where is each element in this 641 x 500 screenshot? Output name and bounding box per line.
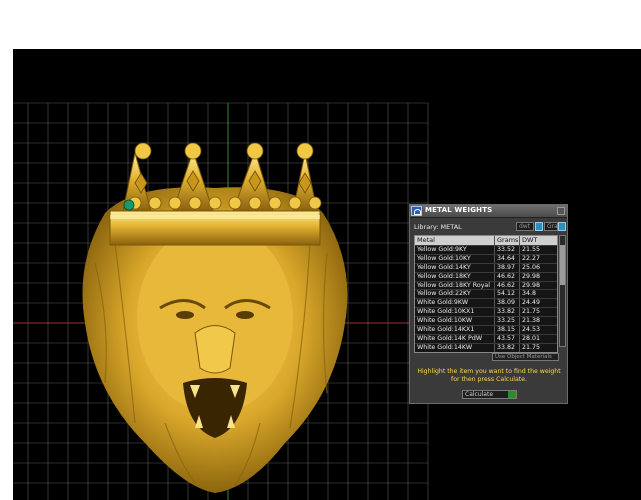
metal-name: Yellow Gold:18KY Royal bbox=[415, 281, 495, 290]
table-scrollbar[interactable] bbox=[559, 235, 566, 347]
dwt-value: 34.8 bbox=[522, 290, 537, 298]
grams-value: 33.82 bbox=[495, 343, 520, 352]
table-row[interactable]: White Gold:14KW 33.82 21.75 bbox=[415, 342, 557, 352]
dwt-value: 21.55 bbox=[522, 246, 541, 253]
dwt-value: 29.98 bbox=[522, 272, 541, 280]
grams-value: 54.12 bbox=[495, 290, 520, 299]
lion-ring-model[interactable] bbox=[65, 93, 360, 493]
metal-name: White Gold:10KW bbox=[415, 317, 495, 326]
column-header-grams[interactable]: Grams bbox=[495, 236, 520, 245]
unit-select-dwt[interactable]: dwt bbox=[516, 222, 534, 231]
play-icon[interactable] bbox=[508, 391, 516, 398]
dwt-value: 24.49 bbox=[522, 299, 541, 307]
grams-value: 38.97 bbox=[495, 263, 520, 272]
instruction-text: Highlight the item you want to find the … bbox=[417, 368, 561, 383]
metal-name: Yellow Gold:22KY bbox=[415, 290, 495, 299]
grams-value: 33.82 bbox=[495, 308, 520, 317]
dropdown-arrow-icon[interactable] bbox=[535, 222, 543, 231]
metal-name: Yellow Gold:18KY bbox=[415, 272, 495, 281]
dwt-value: 25.06 bbox=[522, 263, 541, 271]
table-row[interactable]: Yellow Gold:18KY Royal 46.62 29.98 bbox=[415, 280, 557, 290]
dropdown-arrow-icon[interactable] bbox=[558, 222, 566, 231]
metal-name: Yellow Gold:9KY bbox=[415, 246, 495, 254]
library-label: Library: METAL bbox=[414, 223, 462, 231]
metal-name: Yellow Gold:14KY bbox=[415, 263, 495, 272]
dwt-value: 29.98 bbox=[522, 281, 541, 289]
metal-name: White Gold:14K PdW bbox=[415, 334, 495, 343]
use-object-materials-select[interactable]: Use Object Materials bbox=[492, 353, 559, 361]
table-row[interactable]: White Gold:14K PdW 43.57 28.01 bbox=[415, 333, 557, 343]
grams-value: 34.64 bbox=[495, 254, 520, 263]
table-row[interactable]: White Gold:14KX1 38.15 24.53 bbox=[415, 325, 557, 334]
dwt-value: 21.75 bbox=[522, 308, 541, 316]
grams-value: 46.62 bbox=[495, 281, 520, 290]
column-header-dwt[interactable]: DWT bbox=[520, 236, 557, 245]
metal-name: Yellow Gold:10KY bbox=[415, 254, 495, 263]
column-header-metal[interactable]: Metal bbox=[415, 236, 495, 245]
table-row[interactable]: Yellow Gold:9KY 33.52 21.55 bbox=[415, 245, 557, 254]
table-row[interactable]: Yellow Gold:18KY 46.62 29.98 bbox=[415, 271, 557, 281]
grams-value: 43.57 bbox=[495, 334, 520, 343]
table-header: Metal Grams DWT bbox=[415, 236, 557, 245]
metal-name: White Gold:9KW bbox=[415, 299, 495, 308]
rhino-app-icon bbox=[411, 206, 422, 216]
table-row[interactable]: White Gold:9KW 38.09 24.49 bbox=[415, 298, 557, 308]
grams-value: 33.25 bbox=[495, 317, 520, 326]
metal-name: White Gold:10KX1 bbox=[415, 308, 495, 317]
panel-titlebar[interactable]: METAL WEIGHTS bbox=[410, 205, 567, 218]
calculate-button[interactable]: Calculate bbox=[462, 390, 517, 399]
unit-select-grams[interactable]: Gra bbox=[544, 222, 558, 231]
table-row[interactable]: Yellow Gold:14KY 38.97 25.06 bbox=[415, 262, 557, 272]
metal-table: Metal Grams DWT Yellow Gold:9KY 33.52 21.5… bbox=[414, 235, 558, 353]
dwt-value: 21.75 bbox=[522, 343, 541, 351]
dwt-value: 22.27 bbox=[522, 254, 541, 262]
scrollbar-thumb[interactable] bbox=[560, 245, 565, 285]
calculate-label: Calculate bbox=[465, 391, 494, 398]
grams-value: 33.52 bbox=[495, 246, 520, 254]
grams-value: 38.15 bbox=[495, 326, 520, 334]
grams-value: 38.09 bbox=[495, 299, 520, 308]
metal-name: White Gold:14KW bbox=[415, 343, 495, 352]
metal-weights-panel: METAL WEIGHTS Library: METAL dwt Gra Met… bbox=[409, 204, 568, 404]
grams-value: 46.62 bbox=[495, 272, 520, 281]
dwt-value: 28.01 bbox=[522, 334, 541, 342]
table-row[interactable]: White Gold:10KW 33.25 21.38 bbox=[415, 316, 557, 326]
panel-title: METAL WEIGHTS bbox=[425, 206, 493, 214]
close-icon[interactable] bbox=[557, 207, 565, 215]
dwt-value: 21.38 bbox=[522, 317, 541, 325]
table-row[interactable]: Yellow Gold:22KY 54.12 34.8 bbox=[415, 289, 557, 299]
table-row[interactable]: White Gold:10KX1 33.82 21.75 bbox=[415, 307, 557, 317]
metal-name: White Gold:14KX1 bbox=[415, 326, 495, 334]
dwt-value: 24.53 bbox=[522, 326, 541, 334]
table-row[interactable]: Yellow Gold:10KY 34.64 22.27 bbox=[415, 253, 557, 263]
